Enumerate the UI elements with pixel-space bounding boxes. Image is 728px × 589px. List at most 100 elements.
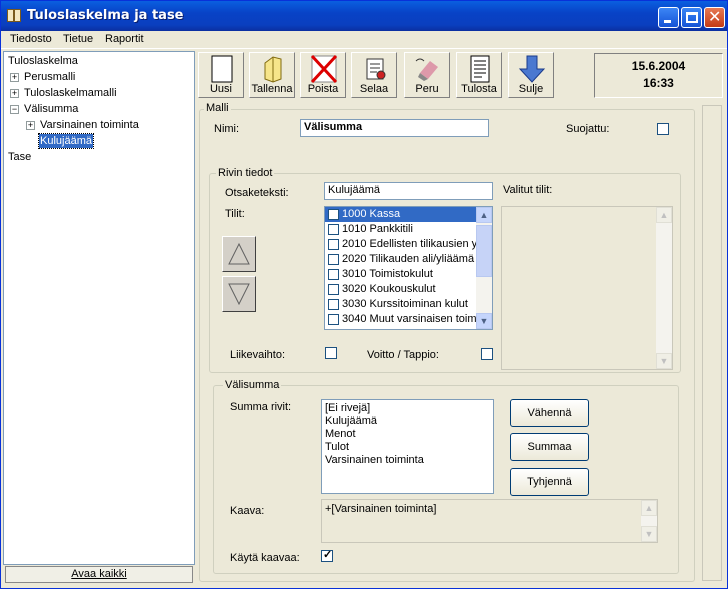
maximize-button[interactable] <box>681 7 702 28</box>
maximize-icon <box>686 12 698 23</box>
sum-rows-list[interactable]: [Ei rivejä] Kulujäämä Menot Tulot Varsin… <box>321 399 494 494</box>
formula-scrollbar[interactable]: ▲ ▼ <box>641 500 657 542</box>
sum-row-item[interactable]: Varsinainen toiminta <box>322 453 493 468</box>
new-document-icon <box>211 55 233 83</box>
undo-label: Peru <box>415 83 439 95</box>
tree-item-tuloslaskelma[interactable]: Tuloslaskelma <box>8 54 78 68</box>
account-checkbox[interactable] <box>328 284 339 295</box>
account-item[interactable]: 1010 Pankkitili <box>325 222 492 237</box>
clear-button[interactable]: Tyhjennä <box>510 468 589 496</box>
window-title: Tuloslaskelma ja tase <box>27 8 184 23</box>
selected-accounts-scrollbar[interactable]: ▲ ▼ <box>656 207 672 369</box>
account-item[interactable]: 3020 Koukouskulut <box>325 282 492 297</box>
tree-view[interactable]: Tuloslaskelma + Perusmalli + Tuloslaskel… <box>3 51 195 565</box>
tree-item-tuloslaskelmamalli[interactable]: Tuloslaskelmamalli <box>24 86 117 100</box>
account-label: 3010 Toimistokulut <box>342 268 433 280</box>
new-button[interactable]: Uusi <box>198 52 244 98</box>
account-label: 3020 Koukouskulut <box>342 283 436 295</box>
collapse-icon[interactable]: − <box>10 105 19 114</box>
expand-icon[interactable]: + <box>26 121 35 130</box>
close-button[interactable]: ✕ <box>704 7 725 28</box>
name-input[interactable]: Välisumma <box>300 119 489 137</box>
folder-icon <box>264 56 282 83</box>
triangle-up-icon <box>228 242 250 265</box>
form-scrollbar[interactable] <box>702 105 722 581</box>
sum-button[interactable]: Summaa <box>510 433 589 461</box>
revenue-label: Liikevaihto: <box>230 349 286 361</box>
account-item[interactable]: 2010 Edellisten tilikausien yli <box>325 237 492 252</box>
app-window: Tuloslaskelma ja tase ✕ Tiedosto Tietue … <box>0 0 728 589</box>
accounts-scrollbar[interactable]: ▲ ▼ <box>476 207 492 329</box>
locked-label: Suojattu: <box>566 123 610 135</box>
eraser-icon <box>415 58 438 81</box>
move-down-button[interactable] <box>222 276 256 312</box>
account-checkbox[interactable] <box>328 239 339 250</box>
tree-item-kulujaama[interactable]: Kulujäämä <box>38 133 94 149</box>
account-checkbox[interactable] <box>328 209 339 220</box>
account-label: 2020 Tilikauden ali/yliäämä <box>342 253 475 265</box>
account-label: 2010 Edellisten tilikausien yli <box>342 238 483 250</box>
print-icon <box>470 55 490 83</box>
account-checkbox[interactable] <box>328 269 339 280</box>
expand-all-button[interactable]: Avaa kaikki <box>5 566 193 583</box>
scroll-up-icon[interactable]: ▲ <box>476 207 492 223</box>
account-item[interactable]: 1000 Kassa <box>325 207 492 222</box>
account-checkbox[interactable] <box>328 254 339 265</box>
selected-accounts-list[interactable]: ▲ ▼ <box>501 206 673 370</box>
print-button[interactable]: Tulosta <box>456 52 502 98</box>
formula-text: +[Varsinainen toiminta] <box>325 503 437 515</box>
scroll-thumb[interactable] <box>476 225 492 277</box>
tree-item-tase[interactable]: Tase <box>8 150 31 164</box>
locked-checkbox[interactable] <box>657 123 669 135</box>
subtotal-group-title: Välisumma <box>223 379 282 391</box>
formula-label: Kaava: <box>230 505 265 517</box>
close-label: Sulje <box>518 83 544 95</box>
save-label: Tallenna <box>251 83 293 95</box>
scroll-up-icon[interactable]: ▲ <box>656 207 672 223</box>
account-item[interactable]: 3040 Muut varsinaisen toimi <box>325 312 492 327</box>
scroll-up-icon[interactable]: ▲ <box>641 500 657 516</box>
scroll-down-icon[interactable]: ▼ <box>641 526 657 542</box>
undo-button[interactable]: Peru <box>404 52 450 98</box>
datetime-display: 15.6.2004 16:33 <box>594 53 723 98</box>
account-item[interactable]: 2020 Tilikauden ali/yliäämä <box>325 252 492 267</box>
browse-button[interactable]: Selaa <box>351 52 397 98</box>
move-up-button[interactable] <box>222 236 256 272</box>
account-checkbox[interactable] <box>328 224 339 235</box>
selected-accounts-label: Valitut tilit: <box>503 184 553 196</box>
use-formula-checkbox[interactable] <box>321 548 333 562</box>
close-form-button[interactable]: Sulje <box>508 52 554 98</box>
scroll-down-icon[interactable]: ▼ <box>656 353 672 369</box>
expand-icon[interactable]: + <box>10 73 19 82</box>
menu-tietue[interactable]: Tietue <box>63 33 93 45</box>
menu-raportit[interactable]: Raportit <box>105 33 144 45</box>
account-checkbox[interactable] <box>328 299 339 310</box>
account-label: 3030 Kurssitoiminan kulut <box>342 298 468 310</box>
account-item[interactable]: 3030 Kurssitoiminan kulut <box>325 297 492 312</box>
menu-tiedosto[interactable]: Tiedosto <box>10 33 52 45</box>
account-item[interactable]: 3010 Toimistokulut <box>325 267 492 282</box>
tree-item-perusmalli[interactable]: Perusmalli <box>24 70 75 84</box>
accounts-list[interactable]: 1000 Kassa 1010 Pankkitili 2010 Edellist… <box>324 206 493 330</box>
menu-bar: Tiedosto Tietue Raportit <box>1 31 727 49</box>
tree-item-valisumma[interactable]: Välisumma <box>24 102 78 116</box>
malli-group-title: Malli <box>204 102 231 114</box>
delete-button[interactable]: Poista <box>300 52 346 98</box>
scroll-down-icon[interactable]: ▼ <box>476 313 492 329</box>
save-button[interactable]: Tallenna <box>249 52 295 98</box>
account-checkbox[interactable] <box>328 314 339 325</box>
profit-loss-checkbox[interactable] <box>481 348 493 360</box>
expand-icon[interactable]: + <box>10 89 19 98</box>
account-label: 1010 Pankkitili <box>342 223 413 235</box>
tree-item-varsinainen-toiminta[interactable]: Varsinainen toiminta <box>40 118 139 132</box>
account-label: 1000 Kassa <box>342 208 401 220</box>
close-icon: ✕ <box>708 7 722 26</box>
subtract-button[interactable]: Vähennä <box>510 399 589 427</box>
formula-field[interactable]: +[Varsinainen toiminta] ▲ ▼ <box>321 499 658 543</box>
date-text: 15.6.2004 <box>631 59 686 73</box>
heading-input[interactable]: Kulujäämä <box>324 182 493 200</box>
minimize-button[interactable] <box>658 7 679 28</box>
print-label: Tulosta <box>461 83 497 95</box>
time-text: 16:33 <box>643 76 674 90</box>
revenue-checkbox[interactable] <box>325 347 337 359</box>
